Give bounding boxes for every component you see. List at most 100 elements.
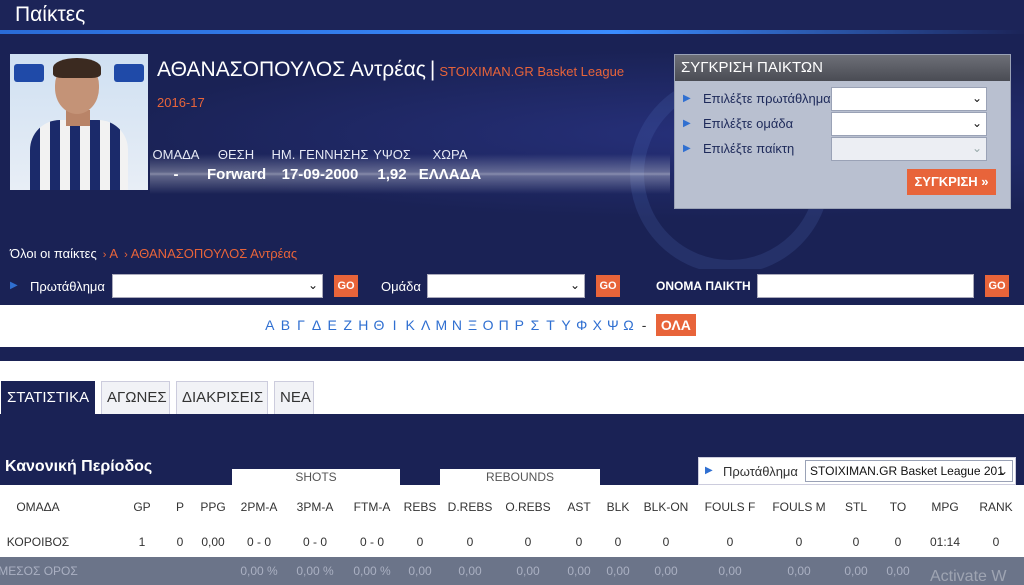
breadcrumb-all-players[interactable]: Όλοι οι παίκτες [10, 246, 97, 261]
alphabet-letter[interactable]: Ρ [512, 317, 528, 333]
compare-championship-row: ▶ Επιλέξτε πρωτάθλημα ⌄ [683, 87, 1003, 111]
compare-player-row: ▶ Επιλέξτε παίκτη ⌄ [683, 137, 1003, 161]
compare-championship-select[interactable]: ⌄ [831, 87, 987, 111]
alphabet-letter[interactable]: Μ [434, 317, 450, 333]
alphabet-letter[interactable]: Κ [402, 317, 418, 333]
regular-season-title: Κανονική Περίοδος [5, 458, 153, 475]
table-cell: 01:14 [929, 535, 961, 549]
alphabet-letter[interactable]: Σ [527, 317, 543, 333]
activation-watermark: Activate W [930, 568, 1007, 585]
filter-championship-select[interactable]: ⌄ [112, 274, 323, 298]
player-name-go-button[interactable]: GO [985, 275, 1009, 297]
compare-button[interactable]: ΣΥΓΚΡΙΣΗ » [907, 169, 996, 195]
alphabet-letter[interactable]: Α [262, 317, 278, 333]
alphabet-letter[interactable]: Υ [558, 317, 574, 333]
alphabet-letter[interactable]: Ξ [465, 317, 481, 333]
alphabet-letter[interactable]: Ν [449, 317, 465, 333]
alphabet-letter[interactable]: Φ [574, 317, 590, 333]
chevron-down-icon: ⌄ [971, 141, 982, 155]
info-value: 1,92 [377, 166, 407, 183]
average-cell: 0,00 [654, 564, 678, 578]
table-cell: 0 - 0 [246, 535, 271, 549]
player-photo [10, 54, 148, 190]
average-cell: ΜΕΣΟΣ ΟΡΟΣ [0, 564, 78, 578]
alphabet-letter[interactable]: Ι [387, 317, 403, 333]
tab-news[interactable]: ΝΕΑ [274, 381, 314, 414]
alphabet-letter[interactable]: Ω [621, 317, 637, 333]
info-value: ΕΛΛΑΔΑ [418, 166, 482, 183]
column-header: BLK-ON [643, 500, 689, 514]
info-label: ΘΕΣΗ [217, 147, 255, 162]
player-name-line: ΑΘΑΝΑΣΟΠΟΥΛΟΣ Αντρέας | STOIXIMAN.GR Baske… [157, 58, 624, 82]
table-row: ΚΟΡΟΙΒΟΣ 1 0 0,00 0 - 0 0 - 0 0 - 0 0 0 0 0 0 0 0 0 0 0 0… [0, 527, 1024, 557]
tab-statistics[interactable]: ΣΤΑΤΙΣΤΙΚΑ [1, 381, 95, 414]
table-cell: 0 [524, 535, 532, 549]
average-cell: 0,00 [787, 564, 811, 578]
info-team: ΟΜΑΔΑ - [150, 147, 202, 183]
average-cell: 0,00 [516, 564, 540, 578]
sponsor-logo [14, 64, 44, 82]
average-cell: 0,00 [458, 564, 482, 578]
info-label: ΧΩΡΑ [432, 147, 468, 162]
alphabet-letter[interactable]: Β [278, 317, 294, 333]
breadcrumb: Όλοι οι παίκτες › Α › ΑΘΑΝΑΣΟΠΟΥΛΟΣ Αντρέας [10, 246, 297, 261]
average-cell: 0,00 % [296, 564, 334, 578]
filter-championship-go-button[interactable]: GO [334, 275, 358, 297]
stats-championship-label: Πρωτάθλημα [723, 464, 798, 479]
table-cell: 0 [575, 535, 583, 549]
info-position: ΘΕΣΗ Forward [207, 147, 266, 183]
alphabet-letter[interactable]: Τ [543, 317, 559, 333]
player-name-input[interactable] [757, 274, 974, 298]
table-cell: 0 [176, 535, 184, 549]
table-header-row: ΟΜΑΔΑ GP P PPG 2PM-A 3PM-A FTM-A REBS D.REBS O.RE… [0, 485, 1024, 527]
compare-team-row: ▶ Επιλέξτε ομάδα ⌄ [683, 112, 1003, 136]
column-header: D.REBS [447, 500, 493, 514]
table-cell: 0 - 0 [359, 535, 384, 549]
tab-games[interactable]: ΑΓΩΝΕΣ [101, 381, 170, 414]
alphabet-all-button[interactable]: ΟΛΑ [655, 314, 696, 336]
alphabet-letter[interactable]: Ε [324, 317, 340, 333]
alphabet-letter[interactable]: Λ [418, 317, 434, 333]
alphabet-letter[interactable]: Γ [293, 317, 309, 333]
chevron-down-icon: ⌄ [307, 278, 318, 292]
column-header: 3PM-A [296, 500, 334, 514]
alphabet-letter[interactable]: Η [356, 317, 372, 333]
stats-championship-value: STOIXIMAN.GR Basket League 201 [810, 464, 1004, 478]
alphabet-letter[interactable]: Χ [589, 317, 605, 333]
player-name: ΑΘΑΝΑΣΟΠΟΥΛΟΣ Αντρέας [157, 58, 426, 81]
alphabet-letter[interactable]: Ο [480, 317, 496, 333]
rebounds-group-header: REBOUNDS [440, 469, 600, 485]
alphabet-letter[interactable]: Ζ [340, 317, 356, 333]
table-cell: 0 [852, 535, 860, 549]
column-header: FOULS M [772, 500, 826, 514]
filter-team-go-button[interactable]: GO [596, 275, 620, 297]
player-league-link[interactable]: STOIXIMAN.GR Basket League [439, 64, 624, 79]
column-header: ΟΜΑΔΑ [16, 500, 60, 514]
average-cell: 0,00 [718, 564, 742, 578]
breadcrumb-letter[interactable]: Α [109, 246, 118, 261]
column-header: TO [889, 500, 907, 514]
alphabet-letter[interactable]: Ψ [605, 317, 621, 333]
filter-team-select[interactable]: ⌄ [427, 274, 585, 298]
table-cell: 0 [466, 535, 474, 549]
column-header: STL [844, 500, 867, 514]
tab-distinctions[interactable]: ΔΙΑΚΡΙΣΕΙΣ [176, 381, 268, 414]
alphabet-filter: Α Β Γ Δ Ε Ζ Η Θ Ι Κ Λ Μ Ν Ξ Ο Π Ρ Σ Τ Υ Φ Χ Ψ Ω - ΟΛΑ [0, 305, 1024, 347]
alphabet-letter[interactable]: Θ [371, 317, 387, 333]
column-header: 2PM-A [240, 500, 278, 514]
column-header: FTM-A [353, 500, 391, 514]
compare-team-select[interactable]: ⌄ [831, 112, 987, 136]
chevron-down-icon: ⌄ [997, 464, 1008, 478]
alphabet-letter[interactable]: Δ [309, 317, 325, 333]
info-value: 17-09-2000 [281, 166, 359, 183]
table-cell: 0 [614, 535, 622, 549]
filter-team-label: Ομάδα [381, 279, 421, 294]
sponsor-logo [114, 64, 144, 82]
average-cell: 0,00 [606, 564, 630, 578]
compare-player-select[interactable]: ⌄ [831, 137, 987, 161]
average-cell: 0,00 [408, 564, 432, 578]
alphabet-letter[interactable]: Π [496, 317, 512, 333]
player-hair [53, 58, 101, 78]
stats-championship-select[interactable]: STOIXIMAN.GR Basket League 201 ⌄ [805, 460, 1013, 482]
breadcrumb-separator: › [102, 249, 107, 261]
